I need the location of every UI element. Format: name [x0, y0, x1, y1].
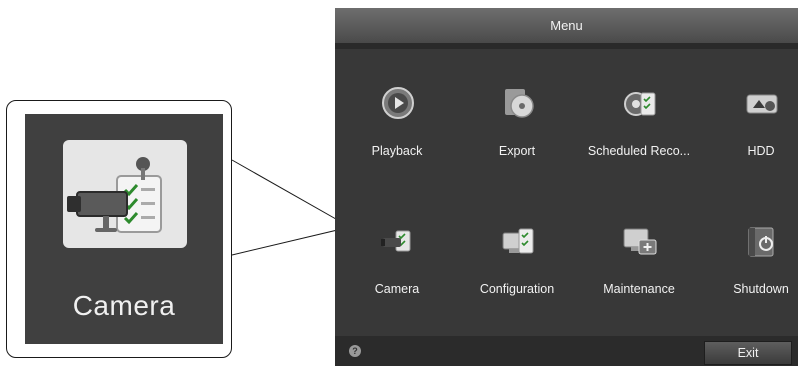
- shutdown-icon: [745, 224, 779, 258]
- menu-item-camera[interactable]: Camera: [341, 196, 453, 306]
- export-disc-icon: [501, 86, 535, 120]
- menu-item-playback[interactable]: Playback: [341, 58, 453, 168]
- callout-label: Camera: [72, 290, 176, 321]
- menu-item-label: Camera: [374, 282, 420, 296]
- hdd-icon: [745, 86, 779, 120]
- menu-grid: Playback Export Scheduled Reco... HDD Ca…: [335, 58, 798, 328]
- menu-item-label: HDD: [747, 144, 775, 158]
- menu-item-label: Shutdown: [733, 282, 789, 296]
- menu-item-shutdown[interactable]: Shutdown: [705, 196, 802, 306]
- playback-icon: [381, 86, 415, 120]
- title-divider: [335, 43, 798, 49]
- help-icon[interactable]: ?: [349, 345, 361, 357]
- camera-icon: [63, 140, 187, 248]
- camera-callout: Camera: [6, 100, 232, 358]
- menu-item-scheduled-record[interactable]: Scheduled Reco...: [583, 58, 695, 168]
- menu-item-label: Playback: [371, 144, 423, 158]
- menu-item-label: Maintenance: [603, 282, 675, 296]
- callout-panel: Camera: [25, 114, 223, 344]
- window-title: Menu: [335, 8, 798, 43]
- exit-button[interactable]: Exit: [704, 341, 792, 365]
- bottom-bar: ? Exit: [335, 336, 798, 366]
- menu-window: Menu Playback Export Scheduled Reco... H…: [335, 8, 798, 366]
- maintenance-icon: [623, 224, 657, 258]
- menu-item-label: Configuration: [479, 282, 555, 296]
- scheduled-record-icon: [623, 86, 657, 120]
- menu-item-maintenance[interactable]: Maintenance: [583, 196, 695, 306]
- menu-item-label: Scheduled Reco...: [587, 144, 691, 158]
- configuration-icon: [501, 224, 535, 258]
- menu-item-export[interactable]: Export: [461, 58, 573, 168]
- menu-item-configuration[interactable]: Configuration: [461, 196, 573, 306]
- menu-item-hdd[interactable]: HDD: [705, 58, 802, 168]
- menu-item-label: Export: [498, 144, 536, 158]
- camera-icon: [381, 224, 415, 258]
